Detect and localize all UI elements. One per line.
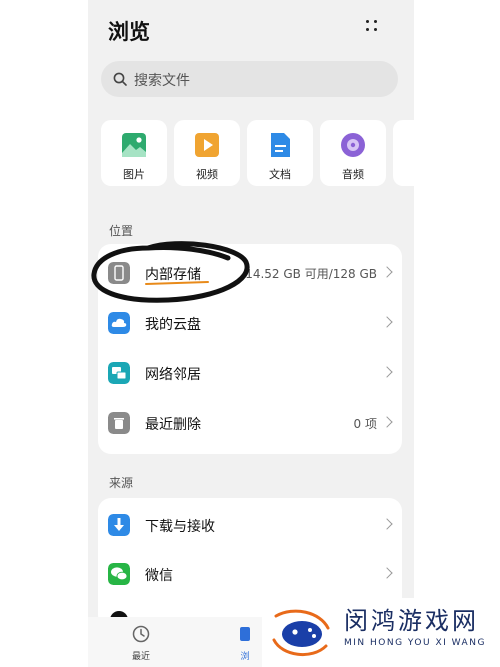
annotation-circle: [91, 241, 250, 303]
sources-heading: 来源: [109, 476, 134, 490]
search-bar[interactable]: 搜索文件: [101, 61, 398, 97]
source-label: 下载与接收: [145, 519, 215, 535]
chevron-right-icon: [381, 518, 393, 530]
location-label: 网络邻居: [145, 367, 201, 383]
watermark-subtitle: MIN HONG YOU XI WANG: [344, 638, 486, 648]
watermark-name: 闵鸿游戏网: [344, 607, 479, 635]
document-icon: [271, 133, 290, 157]
image-icon: [122, 133, 146, 157]
category-label: 音频: [342, 168, 364, 181]
location-label: 我的云盘: [145, 317, 201, 333]
watermark-logo: 闵鸿游戏网 MIN HONG YOU XI WANG: [262, 598, 500, 667]
page-title: 浏览: [108, 20, 150, 44]
chevron-right-icon: [381, 316, 393, 328]
storage-value: 14.52 GB 可用/128 GB: [245, 267, 377, 281]
search-placeholder: 搜索文件: [134, 73, 190, 89]
file-manager-screen: 浏览 搜索文件 图片 视频 文档 音频 位置 内部存储 14.52 GB 可用/…: [88, 0, 414, 667]
source-label: 微信: [145, 568, 173, 584]
gamepad-logo-icon: [272, 609, 330, 657]
chevron-right-icon: [381, 416, 393, 428]
tab-label: 最近: [131, 652, 150, 662]
tab-recent[interactable]: 最近: [106, 617, 176, 667]
category-partial[interactable]: [393, 120, 414, 186]
source-wechat[interactable]: 微信: [98, 549, 402, 599]
more-options-icon[interactable]: [364, 18, 380, 34]
category-label: 文档: [269, 168, 291, 181]
trash-icon: [108, 412, 130, 434]
download-icon: [108, 514, 130, 536]
search-icon: [113, 72, 127, 86]
cloud-icon: [108, 312, 130, 334]
clock-icon: [132, 625, 150, 643]
chevron-right-icon: [381, 266, 393, 278]
category-label: 视频: [196, 168, 218, 181]
wechat-icon: [108, 563, 130, 585]
category-audio[interactable]: 音频: [320, 120, 386, 186]
location-recently-deleted[interactable]: 最近删除 0 项: [98, 398, 402, 448]
network-icon: [108, 362, 130, 384]
category-label: 图片: [123, 168, 145, 181]
category-documents[interactable]: 文档: [247, 120, 313, 186]
browse-icon: [240, 627, 250, 641]
audio-icon: [341, 133, 365, 157]
category-images[interactable]: 图片: [101, 120, 167, 186]
locations-heading: 位置: [109, 224, 134, 238]
location-label: 最近删除: [145, 417, 201, 433]
video-icon: [195, 133, 219, 157]
source-downloads[interactable]: 下载与接收: [98, 500, 402, 550]
chevron-right-icon: [381, 366, 393, 378]
chevron-right-icon: [381, 567, 393, 579]
location-network-neighborhood[interactable]: 网络邻居: [98, 348, 402, 398]
category-videos[interactable]: 视频: [174, 120, 240, 186]
deleted-count: 0 项: [353, 417, 377, 431]
